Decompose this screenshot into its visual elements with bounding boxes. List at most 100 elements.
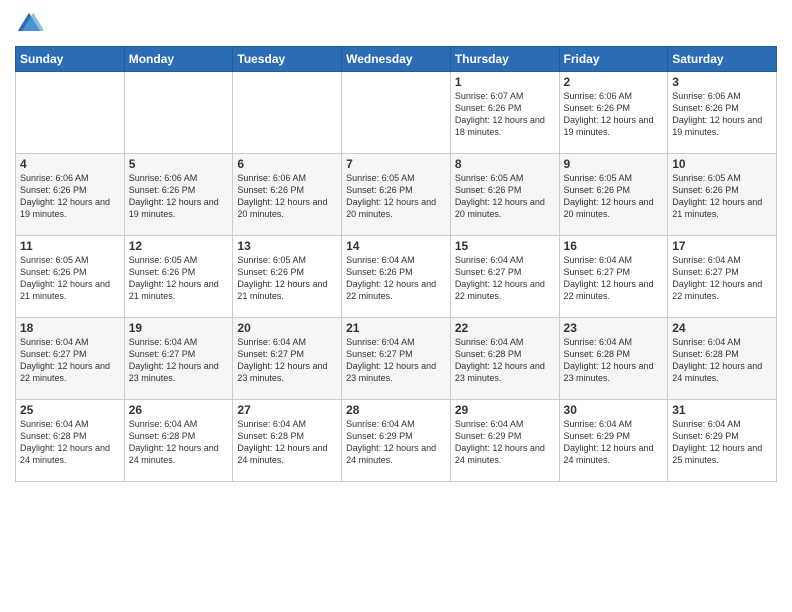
- day-info: Sunrise: 6:04 AMSunset: 6:27 PMDaylight:…: [20, 336, 120, 385]
- calendar-cell: 19Sunrise: 6:04 AMSunset: 6:27 PMDayligh…: [124, 318, 233, 400]
- day-number: 31: [672, 403, 772, 417]
- header-row: SundayMondayTuesdayWednesdayThursdayFrid…: [16, 47, 777, 72]
- day-header-monday: Monday: [124, 47, 233, 72]
- calendar-cell: 2Sunrise: 6:06 AMSunset: 6:26 PMDaylight…: [559, 72, 668, 154]
- day-number: 2: [564, 75, 664, 89]
- week-row-1: 1Sunrise: 6:07 AMSunset: 6:26 PMDaylight…: [16, 72, 777, 154]
- calendar-cell: 24Sunrise: 6:04 AMSunset: 6:28 PMDayligh…: [668, 318, 777, 400]
- calendar-cell: 29Sunrise: 6:04 AMSunset: 6:29 PMDayligh…: [450, 400, 559, 482]
- logo: [15, 10, 47, 38]
- page: SundayMondayTuesdayWednesdayThursdayFrid…: [0, 0, 792, 612]
- day-info: Sunrise: 6:04 AMSunset: 6:28 PMDaylight:…: [20, 418, 120, 467]
- day-number: 15: [455, 239, 555, 253]
- day-info: Sunrise: 6:05 AMSunset: 6:26 PMDaylight:…: [672, 172, 772, 221]
- day-info: Sunrise: 6:06 AMSunset: 6:26 PMDaylight:…: [129, 172, 229, 221]
- day-number: 17: [672, 239, 772, 253]
- day-header-tuesday: Tuesday: [233, 47, 342, 72]
- calendar-cell: 9Sunrise: 6:05 AMSunset: 6:26 PMDaylight…: [559, 154, 668, 236]
- day-info: Sunrise: 6:04 AMSunset: 6:27 PMDaylight:…: [129, 336, 229, 385]
- calendar-cell: 28Sunrise: 6:04 AMSunset: 6:29 PMDayligh…: [342, 400, 451, 482]
- calendar-cell: 5Sunrise: 6:06 AMSunset: 6:26 PMDaylight…: [124, 154, 233, 236]
- day-number: 4: [20, 157, 120, 171]
- calendar-cell: 4Sunrise: 6:06 AMSunset: 6:26 PMDaylight…: [16, 154, 125, 236]
- day-info: Sunrise: 6:05 AMSunset: 6:26 PMDaylight:…: [346, 172, 446, 221]
- day-number: 9: [564, 157, 664, 171]
- day-number: 21: [346, 321, 446, 335]
- day-number: 20: [237, 321, 337, 335]
- calendar-cell: 25Sunrise: 6:04 AMSunset: 6:28 PMDayligh…: [16, 400, 125, 482]
- day-header-saturday: Saturday: [668, 47, 777, 72]
- day-number: 26: [129, 403, 229, 417]
- calendar-cell: 10Sunrise: 6:05 AMSunset: 6:26 PMDayligh…: [668, 154, 777, 236]
- calendar-cell: 16Sunrise: 6:04 AMSunset: 6:27 PMDayligh…: [559, 236, 668, 318]
- header: [15, 10, 777, 38]
- day-info: Sunrise: 6:04 AMSunset: 6:28 PMDaylight:…: [237, 418, 337, 467]
- calendar-cell: [16, 72, 125, 154]
- day-number: 25: [20, 403, 120, 417]
- day-info: Sunrise: 6:04 AMSunset: 6:29 PMDaylight:…: [564, 418, 664, 467]
- day-info: Sunrise: 6:05 AMSunset: 6:26 PMDaylight:…: [455, 172, 555, 221]
- day-number: 5: [129, 157, 229, 171]
- calendar-cell: [233, 72, 342, 154]
- calendar-cell: 12Sunrise: 6:05 AMSunset: 6:26 PMDayligh…: [124, 236, 233, 318]
- calendar-cell: 11Sunrise: 6:05 AMSunset: 6:26 PMDayligh…: [16, 236, 125, 318]
- calendar-cell: 27Sunrise: 6:04 AMSunset: 6:28 PMDayligh…: [233, 400, 342, 482]
- day-header-sunday: Sunday: [16, 47, 125, 72]
- day-info: Sunrise: 6:07 AMSunset: 6:26 PMDaylight:…: [455, 90, 555, 139]
- day-info: Sunrise: 6:04 AMSunset: 6:27 PMDaylight:…: [455, 254, 555, 303]
- day-header-friday: Friday: [559, 47, 668, 72]
- day-number: 28: [346, 403, 446, 417]
- day-info: Sunrise: 6:04 AMSunset: 6:27 PMDaylight:…: [237, 336, 337, 385]
- week-row-4: 18Sunrise: 6:04 AMSunset: 6:27 PMDayligh…: [16, 318, 777, 400]
- calendar-table: SundayMondayTuesdayWednesdayThursdayFrid…: [15, 46, 777, 482]
- day-number: 22: [455, 321, 555, 335]
- calendar-cell: [342, 72, 451, 154]
- calendar-cell: 15Sunrise: 6:04 AMSunset: 6:27 PMDayligh…: [450, 236, 559, 318]
- day-number: 18: [20, 321, 120, 335]
- calendar-cell: 22Sunrise: 6:04 AMSunset: 6:28 PMDayligh…: [450, 318, 559, 400]
- day-number: 8: [455, 157, 555, 171]
- day-info: Sunrise: 6:06 AMSunset: 6:26 PMDaylight:…: [564, 90, 664, 139]
- day-info: Sunrise: 6:05 AMSunset: 6:26 PMDaylight:…: [237, 254, 337, 303]
- day-number: 7: [346, 157, 446, 171]
- calendar-cell: 30Sunrise: 6:04 AMSunset: 6:29 PMDayligh…: [559, 400, 668, 482]
- calendar-cell: 21Sunrise: 6:04 AMSunset: 6:27 PMDayligh…: [342, 318, 451, 400]
- day-info: Sunrise: 6:06 AMSunset: 6:26 PMDaylight:…: [20, 172, 120, 221]
- calendar-cell: 7Sunrise: 6:05 AMSunset: 6:26 PMDaylight…: [342, 154, 451, 236]
- day-info: Sunrise: 6:04 AMSunset: 6:29 PMDaylight:…: [346, 418, 446, 467]
- day-number: 10: [672, 157, 772, 171]
- day-info: Sunrise: 6:05 AMSunset: 6:26 PMDaylight:…: [129, 254, 229, 303]
- week-row-5: 25Sunrise: 6:04 AMSunset: 6:28 PMDayligh…: [16, 400, 777, 482]
- calendar-cell: 26Sunrise: 6:04 AMSunset: 6:28 PMDayligh…: [124, 400, 233, 482]
- day-info: Sunrise: 6:04 AMSunset: 6:27 PMDaylight:…: [672, 254, 772, 303]
- calendar-cell: 3Sunrise: 6:06 AMSunset: 6:26 PMDaylight…: [668, 72, 777, 154]
- day-info: Sunrise: 6:04 AMSunset: 6:27 PMDaylight:…: [564, 254, 664, 303]
- day-number: 27: [237, 403, 337, 417]
- day-number: 16: [564, 239, 664, 253]
- day-header-thursday: Thursday: [450, 47, 559, 72]
- day-info: Sunrise: 6:04 AMSunset: 6:26 PMDaylight:…: [346, 254, 446, 303]
- day-number: 13: [237, 239, 337, 253]
- calendar-cell: 20Sunrise: 6:04 AMSunset: 6:27 PMDayligh…: [233, 318, 342, 400]
- calendar-cell: 8Sunrise: 6:05 AMSunset: 6:26 PMDaylight…: [450, 154, 559, 236]
- logo-icon: [15, 10, 43, 38]
- calendar-cell: 31Sunrise: 6:04 AMSunset: 6:29 PMDayligh…: [668, 400, 777, 482]
- calendar-cell: 18Sunrise: 6:04 AMSunset: 6:27 PMDayligh…: [16, 318, 125, 400]
- day-info: Sunrise: 6:06 AMSunset: 6:26 PMDaylight:…: [672, 90, 772, 139]
- day-info: Sunrise: 6:05 AMSunset: 6:26 PMDaylight:…: [564, 172, 664, 221]
- week-row-3: 11Sunrise: 6:05 AMSunset: 6:26 PMDayligh…: [16, 236, 777, 318]
- calendar-cell: 17Sunrise: 6:04 AMSunset: 6:27 PMDayligh…: [668, 236, 777, 318]
- calendar-cell: 23Sunrise: 6:04 AMSunset: 6:28 PMDayligh…: [559, 318, 668, 400]
- calendar-cell: 1Sunrise: 6:07 AMSunset: 6:26 PMDaylight…: [450, 72, 559, 154]
- day-number: 6: [237, 157, 337, 171]
- day-number: 1: [455, 75, 555, 89]
- day-number: 29: [455, 403, 555, 417]
- day-info: Sunrise: 6:04 AMSunset: 6:28 PMDaylight:…: [129, 418, 229, 467]
- day-header-wednesday: Wednesday: [342, 47, 451, 72]
- day-info: Sunrise: 6:04 AMSunset: 6:28 PMDaylight:…: [672, 336, 772, 385]
- day-number: 24: [672, 321, 772, 335]
- day-info: Sunrise: 6:04 AMSunset: 6:29 PMDaylight:…: [455, 418, 555, 467]
- day-info: Sunrise: 6:04 AMSunset: 6:29 PMDaylight:…: [672, 418, 772, 467]
- calendar-cell: 6Sunrise: 6:06 AMSunset: 6:26 PMDaylight…: [233, 154, 342, 236]
- week-row-2: 4Sunrise: 6:06 AMSunset: 6:26 PMDaylight…: [16, 154, 777, 236]
